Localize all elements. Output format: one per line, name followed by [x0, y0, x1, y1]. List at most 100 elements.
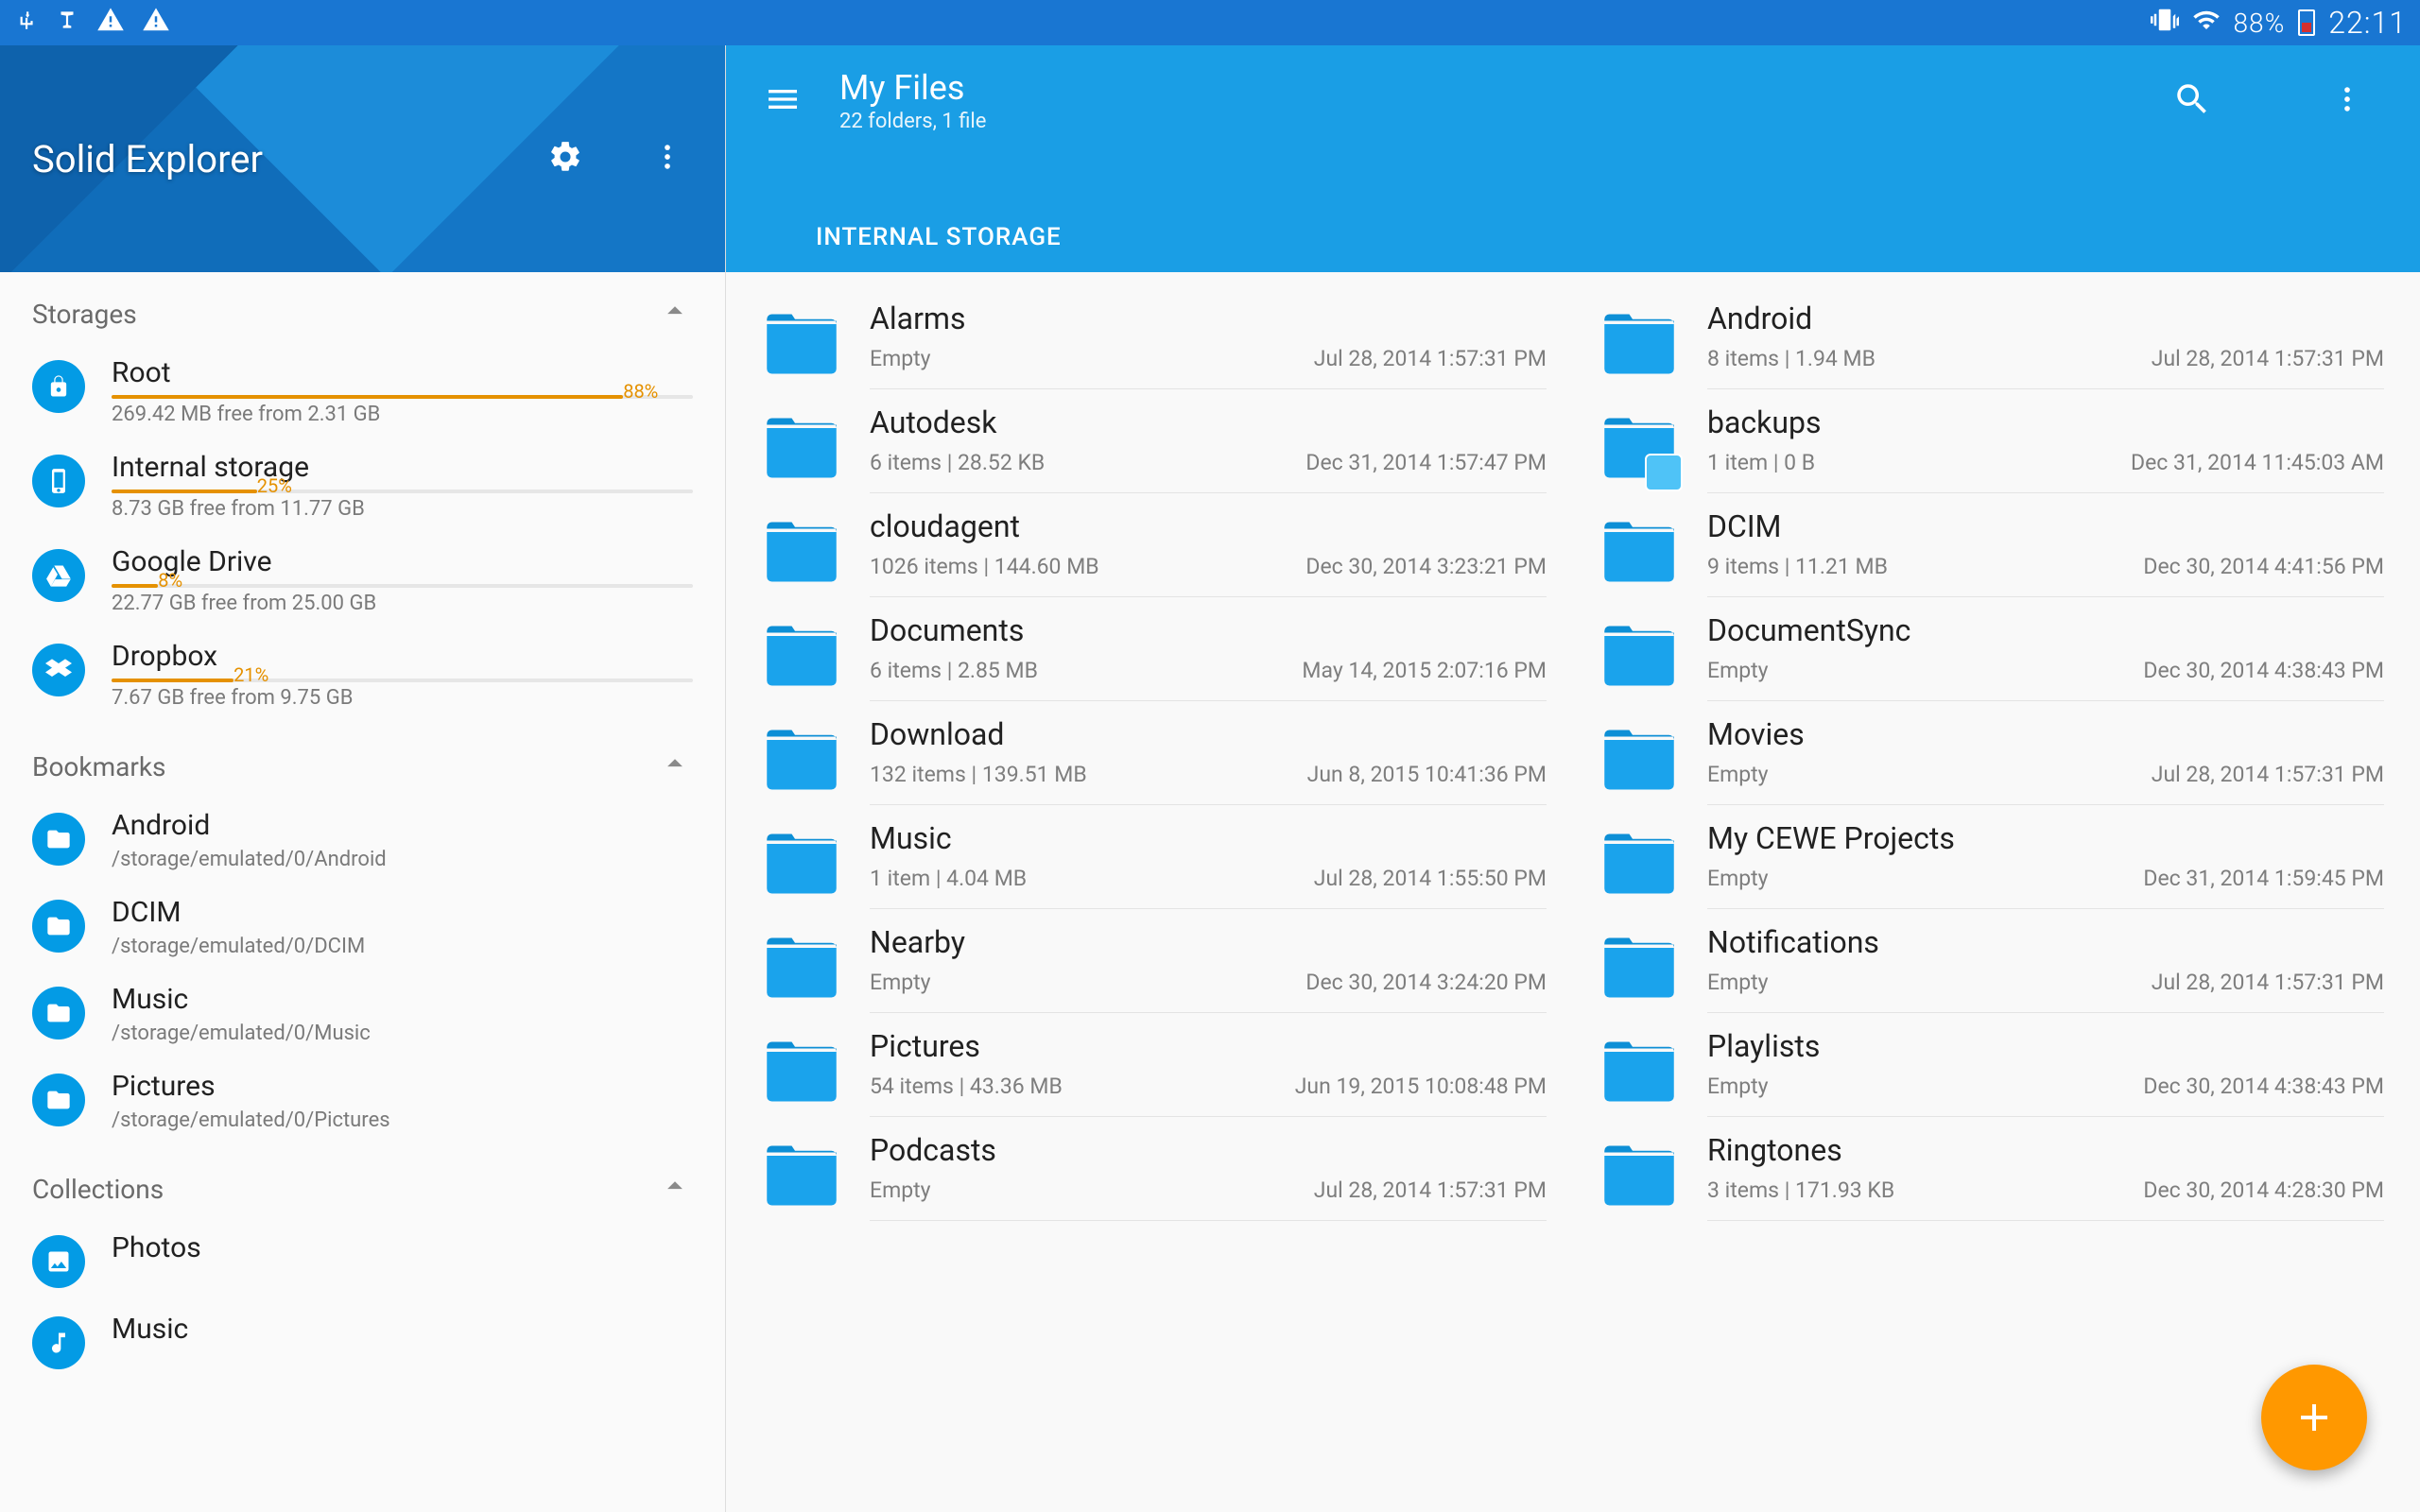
bookmark-path: /storage/emulated/0/Pictures: [112, 1108, 693, 1132]
folder-info: 6 items | 2.85 MB: [870, 658, 1038, 683]
folder-name: DocumentSync: [1707, 612, 2384, 648]
bookmark-path: /storage/emulated/0/DCIM: [112, 935, 693, 958]
folder-info: Empty: [1707, 762, 1769, 787]
folder-icon: [32, 1074, 85, 1126]
menu-button[interactable]: [764, 80, 802, 122]
page-subtitle: 22 folders, 1 file: [839, 110, 986, 133]
folder-date: Jun 8, 2015 10:41:36 PM: [1307, 762, 1547, 787]
folder-name: Android: [1707, 301, 2384, 336]
status-bar: 88% 22:11: [0, 0, 2420, 45]
folder-row[interactable]: Podcasts Empty Jul 28, 2014 1:57:31 PM: [754, 1117, 1554, 1221]
fab-add-button[interactable]: [2261, 1365, 2367, 1470]
storage-name: Dropbox: [112, 640, 693, 673]
wifi-icon: [2192, 6, 2221, 41]
folder-date: Dec 30, 2014 4:38:43 PM: [2143, 658, 2384, 683]
folder-icon: [762, 304, 841, 384]
section-label: Bookmarks: [32, 751, 166, 782]
section-storages[interactable]: Storages: [0, 272, 725, 347]
bookmark-name: DCIM: [112, 896, 693, 929]
main-panel: My Files 22 folders, 1 file INTERNAL STO…: [726, 45, 2420, 1512]
folder-row[interactable]: Notifications Empty Jul 28, 2014 1:57:31…: [1592, 909, 2392, 1013]
search-button[interactable]: [2172, 79, 2212, 123]
folder-date: Dec 31, 2014 1:57:47 PM: [1305, 450, 1547, 475]
folder-row[interactable]: DCIM 9 items | 11.21 MB Dec 30, 2014 4:4…: [1592, 493, 2392, 597]
folder-name: DCIM: [1707, 508, 2384, 544]
section-bookmarks[interactable]: Bookmarks: [0, 725, 725, 799]
vibrate-icon: [2151, 6, 2179, 41]
storage-item[interactable]: Dropbox 21% 7.67 GB free from 9.75 GB: [0, 630, 725, 725]
page-title: My Files: [839, 68, 986, 108]
sidebar-more-button[interactable]: [651, 141, 683, 177]
folder-row[interactable]: Music 1 item | 4.04 MB Jul 28, 2014 1:55…: [754, 805, 1554, 909]
collection-icon: [32, 1235, 85, 1288]
folder-row[interactable]: Alarms Empty Jul 28, 2014 1:57:31 PM: [754, 285, 1554, 389]
storage-usage-bar: 8%: [112, 584, 693, 588]
bookmark-name: Pictures: [112, 1070, 693, 1103]
folder-icon: [1599, 1136, 1679, 1215]
folder-row[interactable]: Pictures 54 items | 43.36 MB Jun 19, 201…: [754, 1013, 1554, 1117]
storage-item[interactable]: Root 88% 269.42 MB free from 2.31 GB: [0, 347, 725, 441]
folder-row[interactable]: backups 1 item | 0 B Dec 31, 2014 11:45:…: [1592, 389, 2392, 493]
folder-name: Pictures: [870, 1028, 1547, 1064]
folder-row[interactable]: Movies Empty Jul 28, 2014 1:57:31 PM: [1592, 701, 2392, 805]
storage-icon: [32, 549, 85, 602]
warning-icon: [96, 6, 125, 41]
folder-icon: [762, 616, 841, 696]
folder-row[interactable]: cloudagent 1026 items | 144.60 MB Dec 30…: [754, 493, 1554, 597]
folder-row[interactable]: DocumentSync Empty Dec 30, 2014 4:38:43 …: [1592, 597, 2392, 701]
folder-row[interactable]: Ringtones 3 items | 171.93 KB Dec 30, 20…: [1592, 1117, 2392, 1221]
folder-row[interactable]: Autodesk 6 items | 28.52 KB Dec 31, 2014…: [754, 389, 1554, 493]
folder-row[interactable]: Nearby Empty Dec 30, 2014 3:24:20 PM: [754, 909, 1554, 1013]
bookmark-item[interactable]: Music /storage/emulated/0/Music: [0, 973, 725, 1060]
folder-date: Jul 28, 2014 1:57:31 PM: [2152, 970, 2384, 995]
folder-date: Dec 30, 2014 4:38:43 PM: [2143, 1074, 2384, 1099]
folder-name: cloudagent: [870, 508, 1547, 544]
folder-info: Empty: [870, 346, 931, 371]
usb-icon: [13, 8, 38, 39]
main-more-button[interactable]: [2331, 83, 2363, 119]
folder-date: Jul 28, 2014 1:57:31 PM: [1314, 346, 1547, 371]
collection-item[interactable]: Music: [0, 1303, 725, 1384]
storage-item[interactable]: Google Drive 8% 22.77 GB free from 25.00…: [0, 536, 725, 630]
folder-name: Music: [870, 820, 1547, 856]
storage-item[interactable]: Internal storage 25% 8.73 GB free from 1…: [0, 441, 725, 536]
tab-internal-storage[interactable]: INTERNAL STORAGE: [816, 202, 1062, 272]
bookmark-item[interactable]: Android /storage/emulated/0/Android: [0, 799, 725, 886]
folder-info: 1 item | 4.04 MB: [870, 866, 1027, 891]
folder-icon: [762, 408, 841, 488]
storage-pct: 21%: [233, 663, 268, 686]
folder-icon: [1599, 616, 1679, 696]
app-notif-icon: [55, 8, 79, 39]
storage-name: Internal storage: [112, 451, 693, 484]
folder-icon: [32, 987, 85, 1040]
folder-icon: [1599, 304, 1679, 384]
storage-free: 22.77 GB free from 25.00 GB: [112, 592, 693, 615]
section-label: Storages: [32, 299, 137, 330]
section-collections[interactable]: Collections: [0, 1147, 725, 1222]
settings-button[interactable]: [547, 139, 583, 179]
folder-row[interactable]: Documents 6 items | 2.85 MB May 14, 2015…: [754, 597, 1554, 701]
folder-name: Podcasts: [870, 1132, 1547, 1168]
folder-row[interactable]: Playlists Empty Dec 30, 2014 4:38:43 PM: [1592, 1013, 2392, 1117]
chevron-up-icon: [657, 293, 693, 335]
sidebar-header: Solid Explorer: [0, 45, 725, 272]
storage-pct: 88%: [623, 380, 658, 403]
folder-date: Dec 31, 2014 11:45:03 AM: [2131, 450, 2384, 475]
folder-name: Playlists: [1707, 1028, 2384, 1064]
folder-name: Documents: [870, 612, 1547, 648]
folder-date: Jul 28, 2014 1:57:31 PM: [1314, 1177, 1547, 1203]
file-grid: Alarms Empty Jul 28, 2014 1:57:31 PM Aut…: [726, 272, 2420, 1512]
folder-icon: [762, 824, 841, 903]
bookmark-item[interactable]: Pictures /storage/emulated/0/Pictures: [0, 1060, 725, 1147]
bookmark-name: Android: [112, 809, 693, 842]
main-header: My Files 22 folders, 1 file INTERNAL STO…: [726, 45, 2420, 272]
folder-icon: [32, 900, 85, 953]
folder-row[interactable]: Android 8 items | 1.94 MB Jul 28, 2014 1…: [1592, 285, 2392, 389]
collection-item[interactable]: Photos: [0, 1222, 725, 1303]
storage-pct: 25%: [257, 474, 292, 497]
bookmark-item[interactable]: DCIM /storage/emulated/0/DCIM: [0, 886, 725, 973]
folder-row[interactable]: My CEWE Projects Empty Dec 31, 2014 1:59…: [1592, 805, 2392, 909]
folder-info: Empty: [1707, 866, 1769, 891]
folder-row[interactable]: Download 132 items | 139.51 MB Jun 8, 20…: [754, 701, 1554, 805]
storage-free: 7.67 GB free from 9.75 GB: [112, 686, 693, 710]
